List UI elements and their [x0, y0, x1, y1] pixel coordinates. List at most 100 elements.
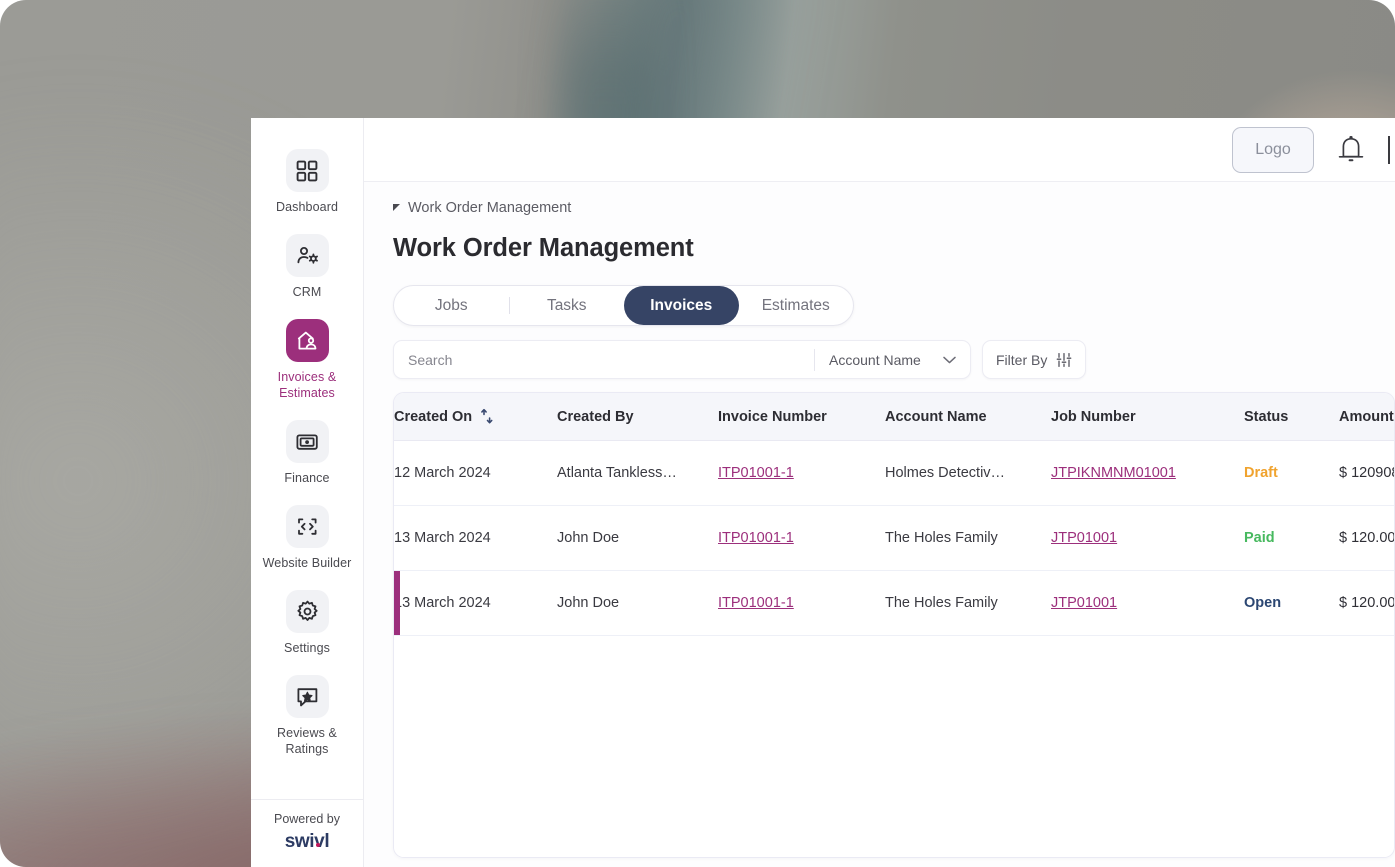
cell-job-number-value[interactable]: JTP01001	[1051, 530, 1117, 546]
column-header-created-on[interactable]: Created On	[394, 393, 557, 441]
tab-tasks[interactable]: Tasks	[510, 286, 625, 325]
breadcrumb[interactable]: Work Order Management	[393, 200, 1395, 216]
sidebar-item-label: Finance	[284, 471, 330, 485]
cell-created-on: 12 March 2024	[394, 440, 557, 506]
cell-invoice-number[interactable]: ITP01001-1	[718, 440, 885, 506]
column-header-status: Status	[1244, 393, 1339, 441]
breadcrumb-caret-icon	[393, 203, 400, 211]
column-header-label: Amount	[1339, 408, 1394, 425]
sidebar-item-label: Dashboard	[275, 200, 339, 214]
cell-status-value: Open	[1244, 595, 1282, 611]
cell-created-by: John Doe	[557, 570, 718, 636]
column-header-inner: Account Name	[885, 409, 1051, 425]
sidebar-item-invoices-estimates[interactable]: Invoices & Estimates	[251, 310, 363, 411]
swivl-logo: swivl	[284, 831, 330, 853]
column-header-job-number: Job Number	[1051, 393, 1244, 441]
user-gear-icon	[285, 234, 329, 277]
grid-dashboard-icon	[285, 149, 329, 192]
notification-bell-icon[interactable]	[1336, 134, 1366, 166]
table-header-row: Created On Created By Invoice Number Accoun…	[394, 393, 1394, 441]
column-header-inner: Job Number	[1051, 409, 1244, 425]
cell-account-name-value: The Holes Family	[885, 595, 998, 611]
sidebar-item-label: Website Builder	[262, 556, 352, 570]
tab-bar: Jobs Tasks Invoices Estimates	[393, 285, 854, 326]
search-input[interactable]	[394, 341, 814, 378]
column-header-account-name: Account Name	[885, 393, 1051, 441]
filter-bar: Account Name Filter By	[393, 340, 1395, 379]
cell-invoice-number-value[interactable]: ITP01001-1	[718, 530, 794, 546]
cell-status: Paid	[1244, 505, 1339, 571]
filter-by-label: Filter By	[996, 351, 1048, 368]
cell-job-number-value[interactable]: JTPIKNMNM01001	[1051, 465, 1176, 481]
sidebar-item-dashboard[interactable]: Dashboard	[251, 140, 363, 225]
cell-job-number[interactable]: JTP01001	[1051, 570, 1244, 636]
topbar-right-cutoff-element[interactable]	[1388, 135, 1395, 164]
filter-by-button[interactable]: Filter By	[982, 340, 1086, 379]
account-name-select[interactable]: Account Name	[815, 341, 970, 378]
column-header-inner: Created On	[394, 408, 557, 425]
search-box: Account Name	[393, 340, 971, 379]
invoices-table: Created On Created By Invoice Number Accoun…	[394, 393, 1395, 636]
table-row[interactable]: 13 March 2024 John Doe ITP01001-1 The Holes…	[394, 505, 1395, 571]
tab-jobs[interactable]: Jobs	[394, 286, 509, 325]
column-header-label: Status	[1244, 408, 1289, 425]
cell-invoice-number-value[interactable]: ITP01001-1	[718, 595, 794, 611]
cell-account-name: The Holes Family	[885, 570, 1051, 636]
swivl-logo-text: swivl	[284, 831, 330, 852]
house-person-icon	[285, 319, 329, 362]
cell-created-by: Atlanta Tankless…	[557, 440, 718, 506]
cell-status-value: Draft	[1244, 465, 1278, 481]
swivl-logo-dot	[315, 843, 320, 847]
cell-amount: $ 120908.00	[1339, 440, 1394, 506]
cell-created-by-value: John Doe	[557, 530, 620, 546]
sidebar-item-finance[interactable]: Finance	[251, 411, 363, 496]
column-header-label: Job Number	[1051, 408, 1136, 425]
sidebar-item-settings[interactable]: Settings	[251, 581, 363, 666]
cell-account-name-value: Holmes Detectiv…	[885, 465, 1006, 481]
cell-created-by-value: John Doe	[557, 595, 620, 611]
gear-icon	[285, 590, 329, 633]
sort-toggle-created-on[interactable]	[480, 408, 494, 425]
invoices-table-body: 12 March 2024 Atlanta Tankless… ITP01001-1…	[394, 440, 1395, 636]
cell-amount: $ 120.00	[1339, 570, 1395, 636]
cell-amount-value: $ 120.00	[1339, 530, 1395, 546]
cell-job-number[interactable]: JTPIKNMNM01001	[1051, 440, 1244, 506]
sliders-filter-icon	[1056, 352, 1072, 367]
column-header-inner: Created By	[557, 409, 718, 425]
table-empty-space	[394, 636, 1394, 857]
cell-amount-value: $ 120.00	[1339, 595, 1395, 611]
content-area: Work Order Management Work Order Managem…	[364, 182, 1395, 867]
cell-invoice-number[interactable]: ITP01001-1	[718, 570, 885, 636]
cell-job-number-value[interactable]: JTP01001	[1051, 595, 1117, 611]
code-brackets-icon	[285, 505, 329, 548]
cell-amount-value: $ 120908.00	[1339, 465, 1394, 481]
sort-icon	[481, 408, 493, 424]
cell-created-by: John Doe	[557, 505, 718, 571]
column-header-created-by: Created By	[557, 393, 718, 441]
sidebar-item-reviews-ratings[interactable]: Reviews & Ratings	[251, 666, 363, 767]
cell-created-on-value: 13 March 2024	[394, 595, 491, 611]
sidebar-footer: Powered by swivl	[251, 799, 363, 867]
cell-job-number[interactable]: JTP01001	[1051, 505, 1244, 571]
tab-estimates[interactable]: Estimates	[739, 286, 854, 325]
cell-created-on: 13 March 2024	[394, 505, 557, 571]
cell-invoice-number-value[interactable]: ITP01001-1	[718, 465, 794, 481]
breadcrumb-label: Work Order Management	[408, 200, 572, 216]
column-header-label: Invoice Number	[718, 408, 827, 425]
sidebar-item-label: Settings	[284, 641, 330, 655]
cell-status: Draft	[1244, 440, 1339, 506]
column-header-amount[interactable]: Amount	[1339, 393, 1394, 441]
table-row[interactable]: 13 March 2024 John Doe ITP01001-1 The Holes…	[394, 570, 1395, 636]
sidebar-item-crm[interactable]: CRM	[251, 225, 363, 310]
column-header-label: Account Name	[885, 408, 987, 425]
powered-by-label: Powered by	[273, 812, 340, 826]
sidebar-item-website-builder[interactable]: Website Builder	[251, 496, 363, 581]
cell-invoice-number[interactable]: ITP01001-1	[718, 505, 885, 571]
cell-status: Open	[1244, 570, 1339, 636]
account-name-select-value: Account Name	[829, 351, 921, 368]
table-row[interactable]: 12 March 2024 Atlanta Tankless… ITP01001-1…	[394, 440, 1394, 506]
column-header-inner: Status	[1244, 409, 1339, 425]
cell-status-value: Paid	[1244, 530, 1275, 546]
logo-placeholder[interactable]: Logo	[1232, 126, 1314, 173]
tab-invoices[interactable]: Invoices	[624, 286, 739, 325]
